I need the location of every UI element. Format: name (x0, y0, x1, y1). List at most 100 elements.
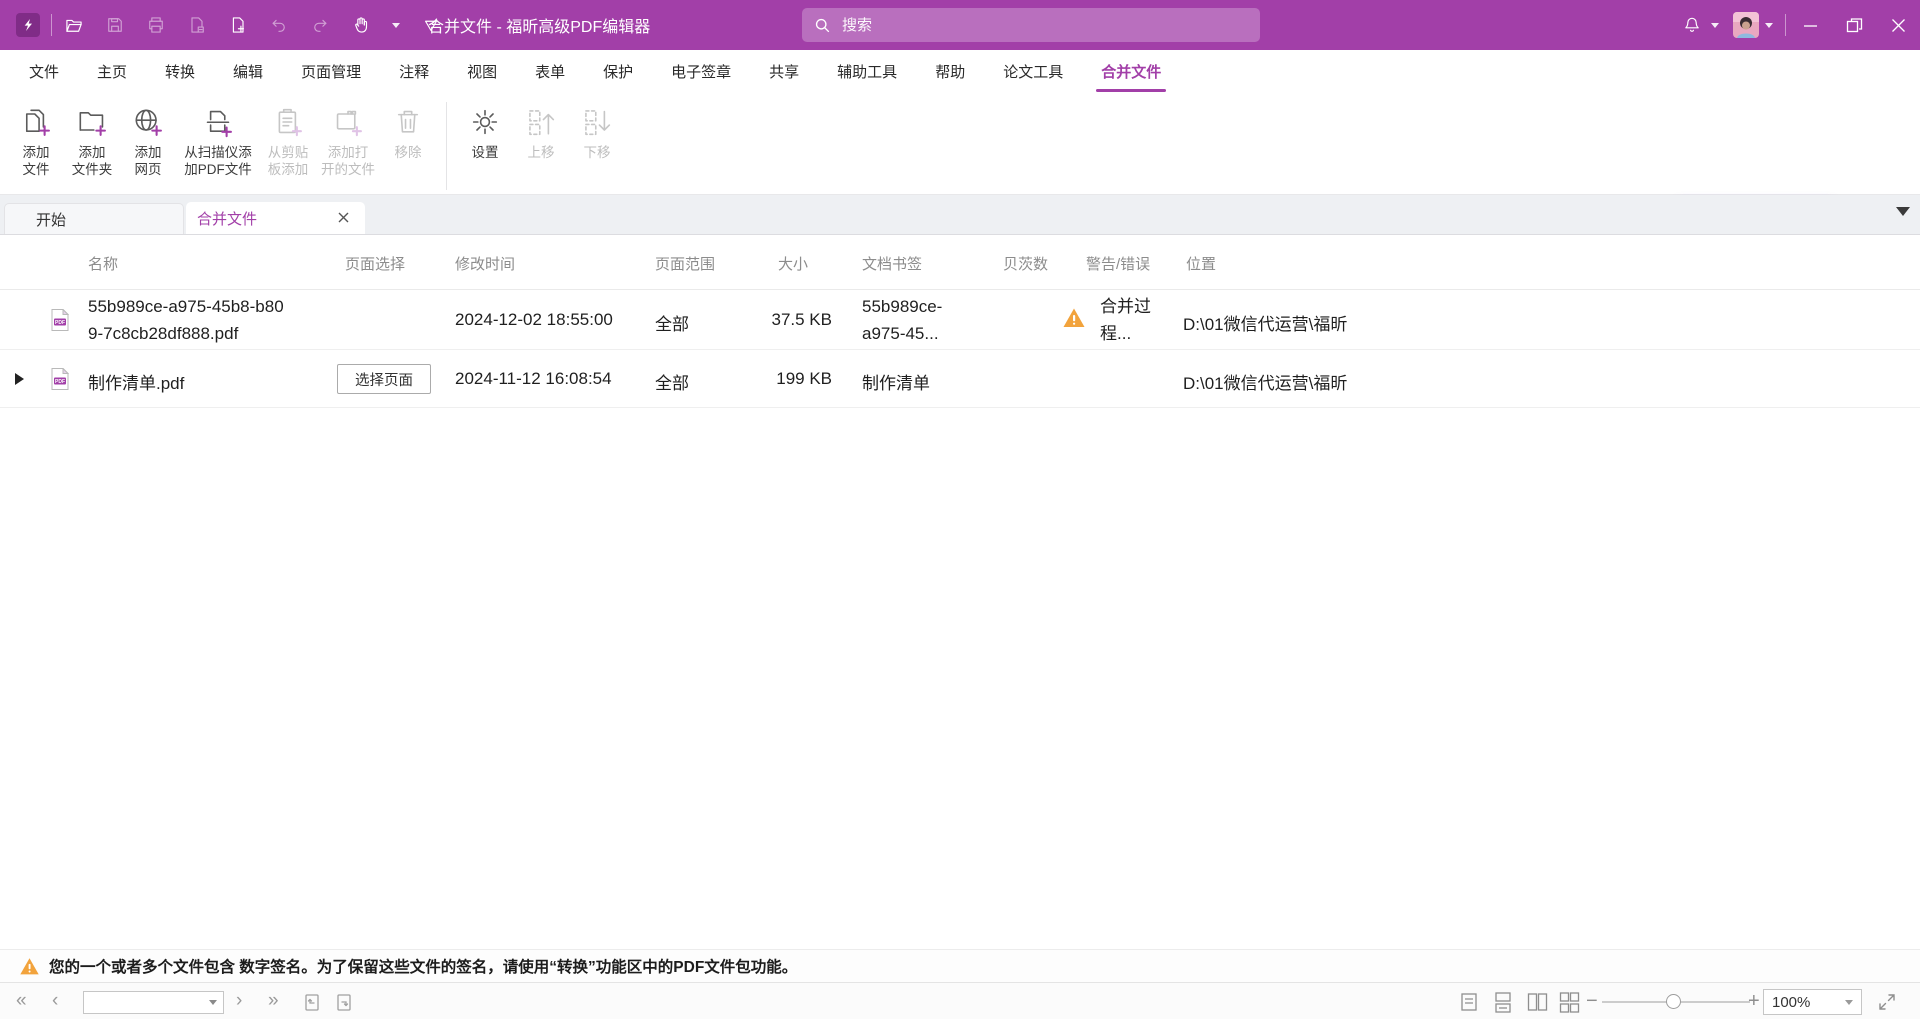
next-view-icon[interactable] (332, 990, 356, 1014)
menu-item-share[interactable]: 共享 (750, 55, 818, 88)
file-bookmark: 制作清单 (862, 369, 930, 394)
last-page-button[interactable]: » (268, 989, 279, 1013)
page-dropdown-icon[interactable] (209, 1000, 217, 1005)
account-dropdown-icon[interactable] (1765, 23, 1773, 28)
open-file-icon[interactable] (64, 15, 84, 35)
add-folder-icon (76, 106, 108, 138)
zoom-level-value: 100% (1772, 994, 1845, 1011)
warning-icon (19, 956, 40, 977)
notification-dropdown-icon[interactable] (1711, 23, 1719, 28)
menu-item-edit[interactable]: 编辑 (214, 55, 282, 88)
menu-item-convert[interactable]: 转换 (146, 55, 214, 88)
add-from-clipboard-button: 从剪贴 板添加 (260, 98, 316, 182)
search-input[interactable] (840, 16, 1248, 35)
signature-warning-bar: 您的一个或者多个文件包含 数字签名。为了保留这些文件的签名，请使用“转换”功能区… (0, 949, 1920, 982)
menu-item-merge-files[interactable]: 合并文件 (1082, 55, 1180, 88)
select-pages-button[interactable]: 选择页面 (337, 364, 431, 394)
close-button[interactable] (1876, 0, 1920, 50)
header-location[interactable]: 位置 (1186, 253, 1216, 274)
move-down-button: 下移 (569, 98, 625, 165)
move-up-icon (525, 106, 557, 138)
menu-item-file[interactable]: 文件 (10, 55, 78, 88)
header-page-select[interactable]: 页面选择 (345, 253, 405, 274)
search-box[interactable] (802, 8, 1260, 42)
minimize-button[interactable] (1788, 0, 1832, 50)
hand-tool-icon[interactable] (351, 15, 371, 35)
header-size[interactable]: 大小 (778, 253, 808, 274)
add-webpage-button[interactable]: 添加 网页 (120, 98, 176, 182)
prev-page-button[interactable]: ‹ (52, 989, 58, 1013)
zoom-level-select[interactable]: 100% (1763, 989, 1862, 1015)
fullscreen-icon[interactable] (1876, 991, 1898, 1013)
header-bates[interactable]: 贝茨数 (1003, 253, 1048, 274)
tab-merge-files-label: 合并文件 (197, 208, 257, 229)
add-files-button[interactable]: 添加 文件 (8, 98, 64, 182)
header-page-range[interactable]: 页面范围 (655, 253, 715, 274)
tab-start-label: 开始 (36, 209, 66, 230)
page-number-box[interactable] (83, 991, 224, 1014)
menu-item-paper-tools[interactable]: 论文工具 (984, 55, 1082, 88)
add-files-icon (20, 106, 52, 138)
single-page-view-icon[interactable] (1458, 991, 1480, 1013)
clipboard-icon (272, 106, 304, 138)
tab-close-icon[interactable] (336, 210, 351, 225)
menu-item-accessibility[interactable]: 辅助工具 (818, 55, 916, 88)
restore-button[interactable] (1832, 0, 1876, 50)
tab-start[interactable]: 开始 (4, 203, 184, 234)
undo-icon[interactable] (269, 15, 289, 35)
header-warning[interactable]: 警告/错误 (1086, 253, 1150, 274)
continuous-view-icon[interactable] (1492, 991, 1514, 1013)
signature-warning-text: 您的一个或者多个文件包含 数字签名。为了保留这些文件的签名，请使用“转换”功能区… (49, 955, 797, 977)
ribbon: 添加 文件 添加 文件夹 添加 网页 从扫描仪添 加PDF文件 从剪贴 板添加 … (0, 92, 1920, 195)
gear-icon (469, 106, 501, 138)
menu-item-comment[interactable]: 注释 (380, 55, 448, 88)
add-folder-button[interactable]: 添加 文件夹 (64, 98, 120, 182)
first-page-button[interactable]: « (16, 989, 27, 1013)
tab-merge-files[interactable]: 合并文件 (186, 202, 365, 234)
redo-icon[interactable] (310, 15, 330, 35)
ribbon-separator (446, 102, 447, 190)
document-tab-bar: 开始 合并文件 (0, 195, 1920, 235)
next-page-button[interactable]: › (236, 989, 242, 1013)
file-row[interactable]: PDF 制作清单.pdf 选择页面 2024-11-12 16:08:54 全部… (0, 350, 1920, 408)
file-row[interactable]: PDF 55b989ce-a975-45b8-b809-7c8cb28df888… (0, 290, 1920, 350)
zoom-slider-thumb[interactable] (1666, 994, 1681, 1009)
menu-item-form[interactable]: 表单 (516, 55, 584, 88)
expand-row-icon[interactable] (15, 373, 24, 385)
add-from-scanner-button[interactable]: 从扫描仪添 加PDF文件 (176, 98, 260, 182)
user-avatar[interactable] (1733, 12, 1759, 38)
pdf-file-icon: PDF (51, 368, 69, 390)
print-icon[interactable] (146, 15, 166, 35)
zoom-out-button[interactable]: − (1586, 990, 1598, 1013)
menu-item-home[interactable]: 主页 (78, 55, 146, 88)
zoom-in-button[interactable]: + (1748, 990, 1760, 1013)
menu-item-protect[interactable]: 保护 (584, 55, 652, 88)
facing-continuous-view-icon[interactable] (1558, 991, 1580, 1013)
remove-button: 移除 (380, 98, 436, 165)
file-size: 199 KB (758, 369, 832, 389)
open-document-icon (332, 106, 364, 138)
tab-list-dropdown-icon[interactable] (1896, 207, 1910, 216)
file-table-header: 名称 页面选择 修改时间 页面范围 大小 文档书签 贝茨数 警告/错误 位置 (0, 235, 1920, 290)
save-icon[interactable] (105, 15, 125, 35)
menu-item-organize[interactable]: 页面管理 (282, 55, 380, 88)
export-document-icon[interactable] (187, 15, 207, 35)
hand-tool-dropdown-icon[interactable] (392, 23, 400, 28)
warning-icon[interactable] (1062, 306, 1086, 330)
previous-view-icon[interactable] (300, 990, 324, 1014)
menu-item-view[interactable]: 视图 (448, 55, 516, 88)
new-document-icon[interactable] (228, 15, 248, 35)
header-modified[interactable]: 修改时间 (455, 253, 515, 274)
foxit-logo-icon (16, 13, 40, 37)
facing-view-icon[interactable] (1526, 991, 1548, 1013)
notification-bell-icon[interactable] (1682, 15, 1702, 35)
header-bookmark[interactable]: 文档书签 (862, 253, 922, 274)
settings-button[interactable]: 设置 (457, 98, 513, 165)
file-size: 37.5 KB (758, 310, 832, 330)
menu-item-help[interactable]: 帮助 (916, 55, 984, 88)
page-number-input[interactable] (84, 995, 209, 1010)
file-warning-text: 合并过程... (1100, 293, 1158, 347)
zoom-dropdown-icon (1845, 1000, 1853, 1005)
menu-item-esign[interactable]: 电子签章 (652, 55, 750, 88)
header-name[interactable]: 名称 (88, 253, 118, 274)
